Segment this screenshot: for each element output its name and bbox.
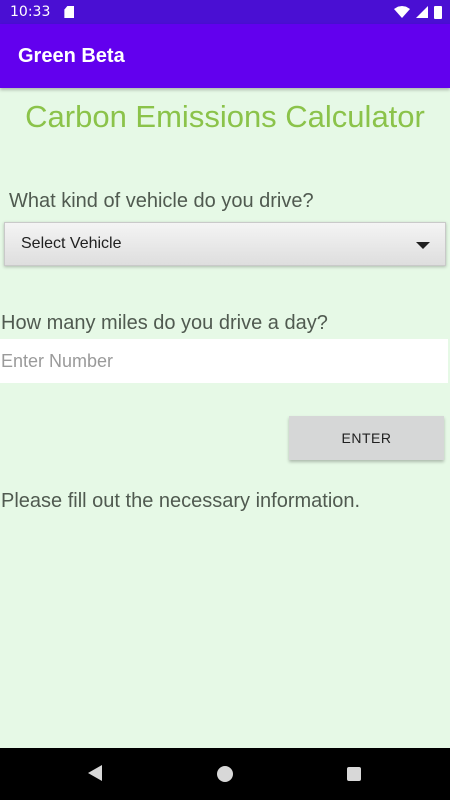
app-title: Green Beta xyxy=(18,44,125,67)
caret-down-icon xyxy=(416,242,430,249)
vehicle-select[interactable]: Select Vehicle xyxy=(4,222,446,266)
back-icon[interactable] xyxy=(88,765,102,781)
home-icon[interactable] xyxy=(217,766,233,782)
enter-button[interactable]: ENTER xyxy=(289,416,444,460)
status-time: 10:33 xyxy=(10,4,51,20)
cell-signal-icon xyxy=(416,6,428,18)
recents-icon[interactable] xyxy=(347,767,361,781)
vehicle-question-label: What kind of vehicle do you drive? xyxy=(9,190,314,212)
status-icons xyxy=(394,5,442,19)
miles-input[interactable] xyxy=(0,339,448,383)
status-message: Please fill out the necessary informatio… xyxy=(1,490,361,512)
page-title: Carbon Emissions Calculator xyxy=(25,99,425,134)
wifi-icon xyxy=(394,6,410,18)
app-screen: 10:33 Green Beta Carbon Emissions Calcul… xyxy=(0,0,450,800)
battery-icon xyxy=(434,5,442,19)
sd-card-icon xyxy=(64,6,75,18)
status-bar: 10:33 xyxy=(0,0,450,24)
miles-question-label: How many miles do you drive a day? xyxy=(1,312,328,334)
vehicle-select-value: Select Vehicle xyxy=(21,235,122,252)
app-bar: Green Beta xyxy=(0,24,450,88)
navigation-bar xyxy=(0,748,450,800)
